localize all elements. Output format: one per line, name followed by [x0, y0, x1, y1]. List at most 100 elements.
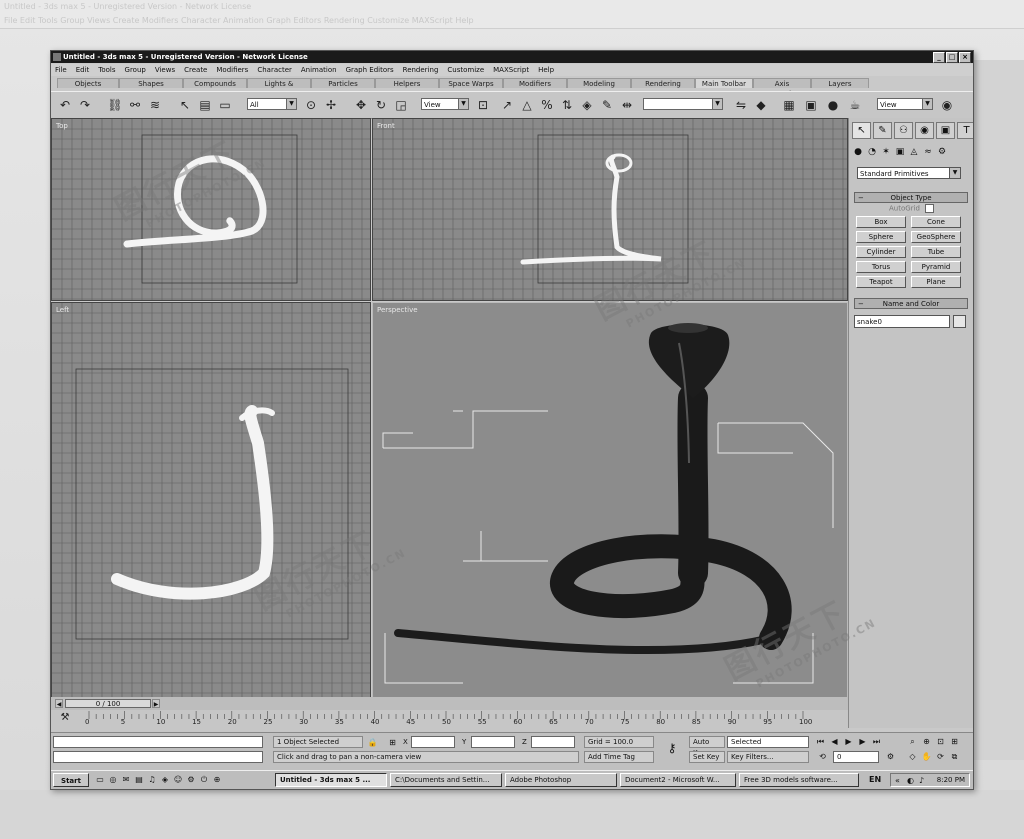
- named-selection-sets-dropdown[interactable]: ▼: [643, 98, 723, 110]
- menu-animation[interactable]: Animation: [297, 66, 342, 74]
- move-icon[interactable]: ✥: [353, 97, 369, 113]
- unlink-icon[interactable]: ⚯: [127, 97, 143, 113]
- go-to-start-icon[interactable]: ⏮: [815, 736, 826, 747]
- absolute-mode-icon[interactable]: ⊞: [387, 737, 398, 748]
- tab-axis-constraints[interactable]: Axis Constraints: [753, 78, 811, 98]
- add-time-tag-button[interactable]: Add Time Tag: [584, 751, 654, 763]
- track-view-icon[interactable]: ⚒: [57, 710, 73, 726]
- object-name-field[interactable]: snake0: [854, 315, 950, 328]
- hierarchy-tab-icon[interactable]: ⚇: [894, 122, 913, 139]
- render-type-dropdown[interactable]: View ▼: [877, 98, 933, 110]
- menu-views[interactable]: Views: [151, 66, 180, 74]
- tab-helpers[interactable]: Helpers: [375, 78, 439, 88]
- explorer-icon[interactable]: ▤: [134, 775, 144, 785]
- menu-character[interactable]: Character: [253, 66, 297, 74]
- viewport-label-left[interactable]: Left: [56, 306, 69, 314]
- play-icon[interactable]: ▶: [843, 736, 854, 747]
- material-editor-icon[interactable]: ●: [825, 97, 841, 113]
- show-desktop-icon[interactable]: ▭: [95, 775, 105, 785]
- object-color-swatch[interactable]: [953, 315, 966, 328]
- current-frame-field[interactable]: 0: [833, 751, 879, 763]
- scale-icon[interactable]: ◲: [393, 97, 409, 113]
- snap-toggle-icon[interactable]: ↗: [499, 97, 515, 113]
- rotate-icon[interactable]: ↻: [373, 97, 389, 113]
- sphere-button[interactable]: Sphere: [856, 231, 906, 243]
- task-word[interactable]: Document2 - Microsoft W...: [620, 773, 736, 787]
- slider-left-arrow-icon[interactable]: ◀: [55, 699, 63, 708]
- geosphere-button[interactable]: GeoSphere: [911, 231, 961, 243]
- task-explorer[interactable]: C:\Documents and Settin...: [390, 773, 502, 787]
- arc-rotate-icon[interactable]: ⟳: [935, 751, 946, 762]
- select-and-move-icon[interactable]: ✢: [323, 97, 339, 113]
- selection-filter-dropdown[interactable]: All ▼: [247, 98, 297, 110]
- key-icon[interactable]: ⚷: [663, 742, 681, 754]
- zoom-all-icon[interactable]: ⊕: [921, 736, 932, 747]
- mirror-icon[interactable]: ⇹: [619, 97, 635, 113]
- next-frame-icon[interactable]: ▶: [857, 736, 868, 747]
- tab-rendering[interactable]: Rendering: [631, 78, 695, 88]
- tab-layers[interactable]: Layers: [811, 78, 869, 88]
- power-icon[interactable]: ⏻: [199, 775, 209, 785]
- pivot-center-icon[interactable]: ⊡: [475, 97, 491, 113]
- select-object-icon[interactable]: ↖: [177, 97, 193, 113]
- teapot-button[interactable]: Teapot: [856, 276, 906, 288]
- menu-help[interactable]: Help: [534, 66, 559, 74]
- key-mode-dropdown[interactable]: Selected: [727, 736, 809, 748]
- viewport-label-front[interactable]: Front: [377, 122, 395, 130]
- menu-rendering[interactable]: Rendering: [399, 66, 444, 74]
- maximize-viewport-icon[interactable]: ⧉: [949, 751, 960, 762]
- cameras-icon[interactable]: ▣: [894, 146, 906, 158]
- render-scene-icon[interactable]: ☕: [847, 97, 863, 113]
- menu-edit[interactable]: Edit: [72, 66, 95, 74]
- tab-space-warps[interactable]: Space Warps: [439, 78, 503, 88]
- tab-modifiers[interactable]: Modifiers: [503, 78, 567, 88]
- photoshop-quick-icon[interactable]: ◈: [160, 775, 170, 785]
- select-link-icon[interactable]: ⛓: [107, 97, 123, 113]
- lock-selection-icon[interactable]: 🔒: [367, 737, 378, 748]
- menu-tools[interactable]: Tools: [94, 66, 120, 74]
- menu-group[interactable]: Group: [121, 66, 151, 74]
- motion-tab-icon[interactable]: ◉: [915, 122, 934, 139]
- maxscript-listener[interactable]: [53, 736, 263, 748]
- settings-icon[interactable]: ⚙: [186, 775, 196, 785]
- y-coordinate-field[interactable]: [471, 736, 515, 748]
- menu-maxscript[interactable]: MAXScript: [489, 66, 534, 74]
- maximize-button[interactable]: □: [946, 52, 958, 63]
- space-warps-icon[interactable]: ≈: [922, 146, 934, 158]
- task-browser[interactable]: Free 3D models software...: [739, 773, 859, 787]
- x-coordinate-field[interactable]: [411, 736, 455, 748]
- plane-button[interactable]: Plane: [911, 276, 961, 288]
- display-tab-icon[interactable]: ▣: [936, 122, 955, 139]
- undo-icon[interactable]: ↶: [57, 97, 73, 113]
- shapes-icon[interactable]: ◔: [866, 146, 878, 158]
- zoom-icon[interactable]: ⌕: [907, 736, 918, 747]
- tray-arrow-icon[interactable]: «: [895, 774, 900, 787]
- z-coordinate-field[interactable]: [531, 736, 575, 748]
- tube-button[interactable]: Tube: [911, 246, 961, 258]
- start-button[interactable]: Start: [53, 773, 89, 787]
- percent-snap-icon[interactable]: %: [539, 97, 555, 113]
- time-config-icon[interactable]: ⚙: [885, 751, 896, 762]
- auto-key-button[interactable]: Auto Key: [689, 736, 725, 757]
- named-selection-icon[interactable]: ✎: [599, 97, 615, 113]
- globe-icon[interactable]: ⊕: [212, 775, 222, 785]
- tray-app-icon[interactable]: ◐: [907, 774, 914, 787]
- menu-modifiers[interactable]: Modifiers: [212, 66, 253, 74]
- create-tab-icon[interactable]: ↖: [852, 122, 871, 139]
- angle-snap-icon[interactable]: △: [519, 97, 535, 113]
- box-button[interactable]: Box: [856, 216, 906, 228]
- viewport-top[interactable]: Top: [51, 118, 371, 301]
- media-icon[interactable]: ♫: [147, 775, 157, 785]
- set-key-button[interactable]: Set Key: [689, 751, 725, 763]
- menu-file[interactable]: File: [51, 66, 72, 74]
- align-icon[interactable]: ◆: [753, 97, 769, 113]
- close-button[interactable]: ×: [959, 52, 971, 63]
- menu-graph-editors[interactable]: Graph Editors: [342, 66, 399, 74]
- track-bar[interactable]: ⚒ 0 5 10 15 20 25 30 35 40 45 50 55 60 65 70 75 80 85 90 95…: [51, 710, 848, 732]
- quick-render-icon[interactable]: ◉: [939, 97, 955, 113]
- viewport-label-top[interactable]: Top: [56, 122, 68, 130]
- layer-manager-icon[interactable]: ▦: [781, 97, 797, 113]
- redo-icon[interactable]: ↷: [77, 97, 93, 113]
- ie-icon[interactable]: ◎: [108, 775, 118, 785]
- viewport-front[interactable]: Front: [372, 118, 848, 301]
